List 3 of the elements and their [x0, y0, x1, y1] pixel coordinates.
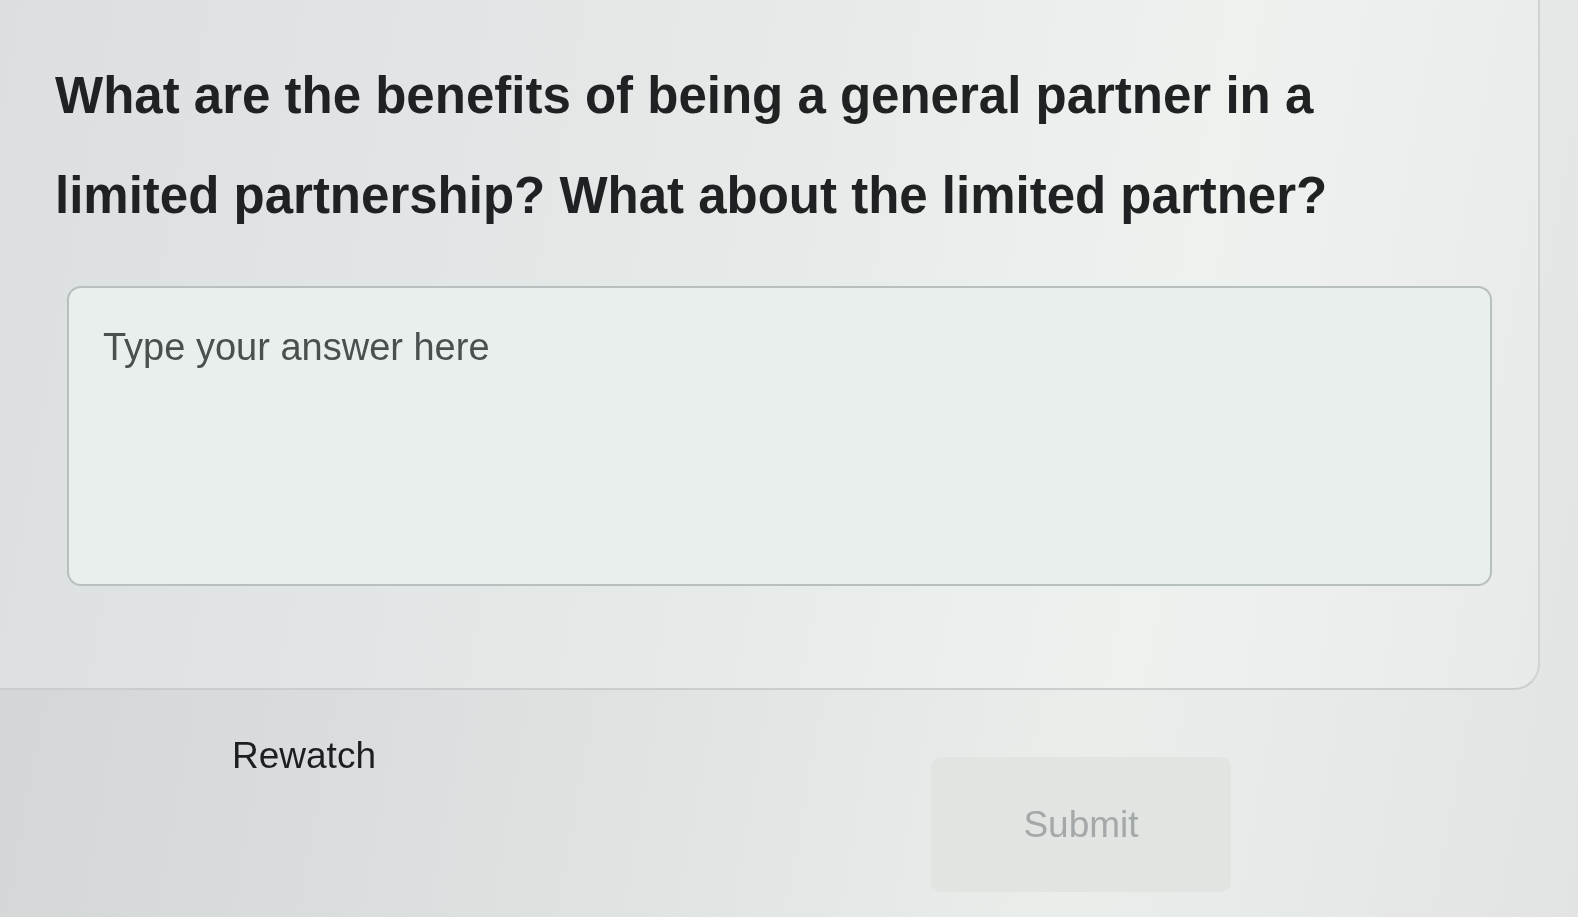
rewatch-link[interactable]: Rewatch	[232, 735, 376, 777]
answer-box[interactable]: Type your answer here	[67, 286, 1492, 586]
question-text: What are the benefits of being a general partner in a limited partnership? What about the limited partner?	[55, 66, 1329, 226]
